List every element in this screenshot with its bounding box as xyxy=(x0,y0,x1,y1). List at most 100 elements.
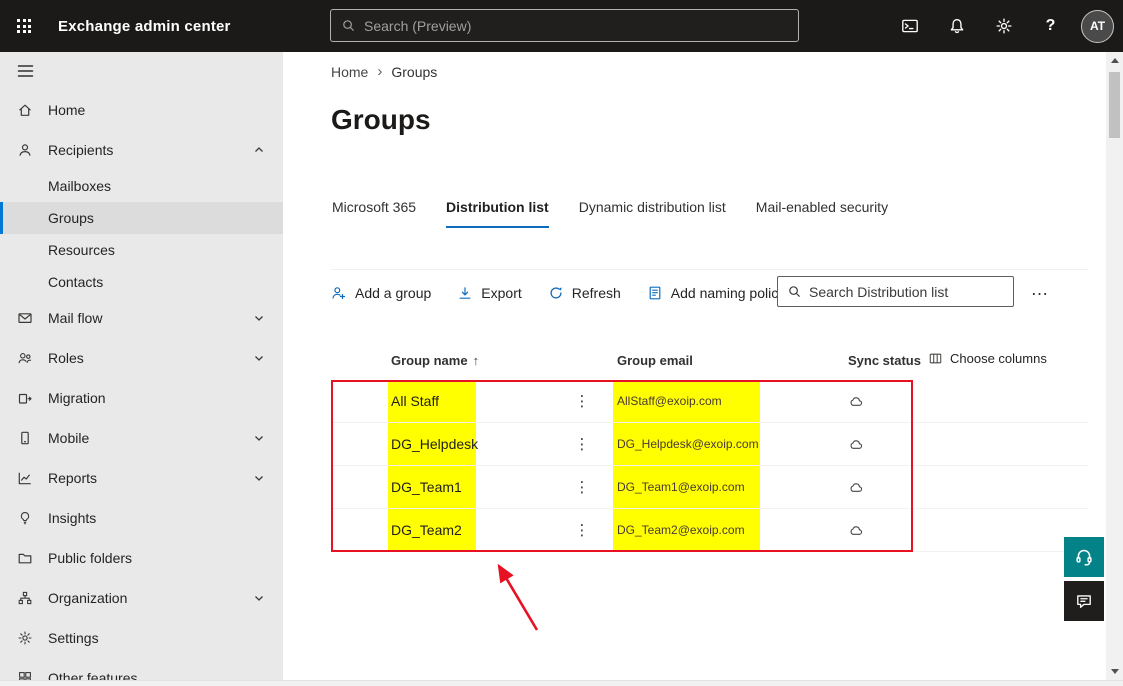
account-button[interactable]: AT xyxy=(1074,0,1121,52)
group-name-link[interactable]: DG_Team2 xyxy=(388,509,476,551)
sidebar-item-home[interactable]: Home xyxy=(0,90,283,130)
add-group-button[interactable]: Add a group xyxy=(331,285,431,301)
chevron-down-icon xyxy=(253,592,265,604)
sidebar-item-organization[interactable]: Organization xyxy=(0,578,283,618)
row-menu-button[interactable]: ⋮ xyxy=(572,466,592,509)
group-email-cell: AllStaff@exoip.com xyxy=(613,380,760,422)
group-email-cell: DG_Helpdesk@exoip.com xyxy=(613,423,760,465)
columns-icon xyxy=(928,351,943,366)
table-row[interactable]: DG_Team2 ⋮ DG_Team2@exoip.com xyxy=(331,509,1088,552)
terminal-button[interactable] xyxy=(886,0,933,52)
vertical-scrollbar[interactable] xyxy=(1106,52,1123,680)
table-row[interactable]: DG_Team1 ⋮ DG_Team1@exoip.com xyxy=(331,466,1088,509)
person-icon xyxy=(17,142,33,158)
sort-ascending-icon: ↑ xyxy=(473,353,480,368)
group-email-cell: DG_Team2@exoip.com xyxy=(613,509,760,551)
row-menu-button[interactable]: ⋮ xyxy=(572,423,592,466)
column-header-group-name[interactable]: Group name↑ xyxy=(391,353,479,368)
help-button[interactable]: ? xyxy=(1027,0,1074,52)
sidebar-item-label: Mail flow xyxy=(48,310,102,326)
sidebar-item-mail-flow[interactable]: Mail flow xyxy=(0,298,283,338)
chevron-down-icon xyxy=(253,432,265,444)
more-commands-button[interactable]: … xyxy=(1025,276,1055,307)
column-header-group-email[interactable]: Group email xyxy=(617,353,693,368)
sidebar-item-label: Contacts xyxy=(48,274,103,290)
column-header-sync-status[interactable]: Sync status xyxy=(848,353,921,368)
mobile-icon xyxy=(17,430,33,446)
sidebar-item-migration[interactable]: Migration xyxy=(0,378,283,418)
refresh-icon xyxy=(548,285,564,301)
group-name-link[interactable]: DG_Helpdesk xyxy=(388,423,476,465)
add-group-label: Add a group xyxy=(355,285,431,301)
naming-policy-icon xyxy=(647,285,663,301)
export-button[interactable]: Export xyxy=(457,285,521,301)
group-name-link[interactable]: All Staff xyxy=(388,380,476,422)
sidebar-item-mailboxes[interactable]: Mailboxes xyxy=(0,170,283,202)
sidebar-item-settings[interactable]: Settings xyxy=(0,618,283,658)
feedback-icon xyxy=(1075,592,1093,610)
global-search-input[interactable] xyxy=(364,18,788,34)
sidebar: Home Recipients Mailboxes Groups Resourc… xyxy=(0,52,283,686)
row-menu-button[interactable]: ⋮ xyxy=(572,380,592,423)
sidebar-item-recipients[interactable]: Recipients xyxy=(0,130,283,170)
tab-dynamic-distribution-list[interactable]: Dynamic distribution list xyxy=(579,199,726,228)
chevron-down-icon xyxy=(253,472,265,484)
choose-columns-button[interactable]: Choose columns xyxy=(928,351,1047,366)
nav-collapse-button[interactable] xyxy=(0,52,283,90)
breadcrumb: Home › Groups xyxy=(331,63,437,80)
table-row[interactable]: DG_Helpdesk ⋮ DG_Helpdesk@exoip.com xyxy=(331,423,1088,466)
sidebar-item-label: Migration xyxy=(48,390,106,406)
notifications-button[interactable] xyxy=(933,0,980,52)
breadcrumb-home-link[interactable]: Home xyxy=(331,64,368,80)
refresh-button[interactable]: Refresh xyxy=(548,285,621,301)
home-icon xyxy=(17,102,33,118)
sidebar-item-mobile[interactable]: Mobile xyxy=(0,418,283,458)
bell-icon xyxy=(948,17,966,35)
scrollbar-thumb[interactable] xyxy=(1109,72,1120,138)
cloud-sync-icon xyxy=(846,423,866,466)
topbar: Exchange admin center ? AT xyxy=(0,0,1123,52)
sidebar-item-contacts[interactable]: Contacts xyxy=(0,266,283,298)
row-menu-button[interactable]: ⋮ xyxy=(572,509,592,552)
sidebar-item-label: Roles xyxy=(48,350,84,366)
tab-microsoft-365[interactable]: Microsoft 365 xyxy=(332,199,416,228)
scroll-down-button[interactable] xyxy=(1106,663,1123,680)
scroll-up-button[interactable] xyxy=(1106,52,1123,69)
feedback-button[interactable] xyxy=(1064,581,1104,621)
add-naming-policy-button[interactable]: Add naming policy xyxy=(647,285,785,301)
chart-icon xyxy=(17,470,33,486)
settings-button[interactable] xyxy=(980,0,1027,52)
distribution-list-search-box[interactable] xyxy=(777,276,1014,307)
sidebar-item-roles[interactable]: Roles xyxy=(0,338,283,378)
sidebar-item-public-folders[interactable]: Public folders xyxy=(0,538,283,578)
avatar: AT xyxy=(1081,10,1114,43)
support-button[interactable] xyxy=(1064,537,1104,577)
sidebar-item-label: Reports xyxy=(48,470,97,486)
add-person-icon xyxy=(331,285,347,301)
app-launcher-button[interactable] xyxy=(0,0,48,52)
horizontal-scrollbar[interactable] xyxy=(0,680,1123,686)
waffle-icon xyxy=(17,19,31,33)
group-email-cell: DG_Team1@exoip.com xyxy=(613,466,760,508)
sidebar-item-resources[interactable]: Resources xyxy=(0,234,283,266)
sidebar-item-groups[interactable]: Groups xyxy=(0,202,283,234)
search-icon xyxy=(341,18,356,33)
terminal-icon xyxy=(901,17,919,35)
global-search-box[interactable] xyxy=(330,9,799,42)
tab-mail-enabled-security[interactable]: Mail-enabled security xyxy=(756,199,888,228)
sidebar-item-reports[interactable]: Reports xyxy=(0,458,283,498)
sidebar-item-label: Groups xyxy=(48,210,94,226)
add-naming-policy-label: Add naming policy xyxy=(671,285,785,301)
search-icon xyxy=(787,284,802,299)
tab-bar: Microsoft 365 Distribution list Dynamic … xyxy=(332,199,888,228)
distribution-list-search-input[interactable] xyxy=(809,284,1004,300)
sidebar-item-insights[interactable]: Insights xyxy=(0,498,283,538)
tab-distribution-list[interactable]: Distribution list xyxy=(446,199,549,228)
folder-icon xyxy=(17,550,33,566)
org-chart-icon xyxy=(17,590,33,606)
chevron-down-icon xyxy=(253,312,265,324)
group-name-link[interactable]: DG_Team1 xyxy=(388,466,476,508)
sidebar-item-label: Resources xyxy=(48,242,115,258)
table-row[interactable]: All Staff ⋮ AllStaff@exoip.com xyxy=(331,380,1088,423)
page-title: Groups xyxy=(331,104,431,136)
